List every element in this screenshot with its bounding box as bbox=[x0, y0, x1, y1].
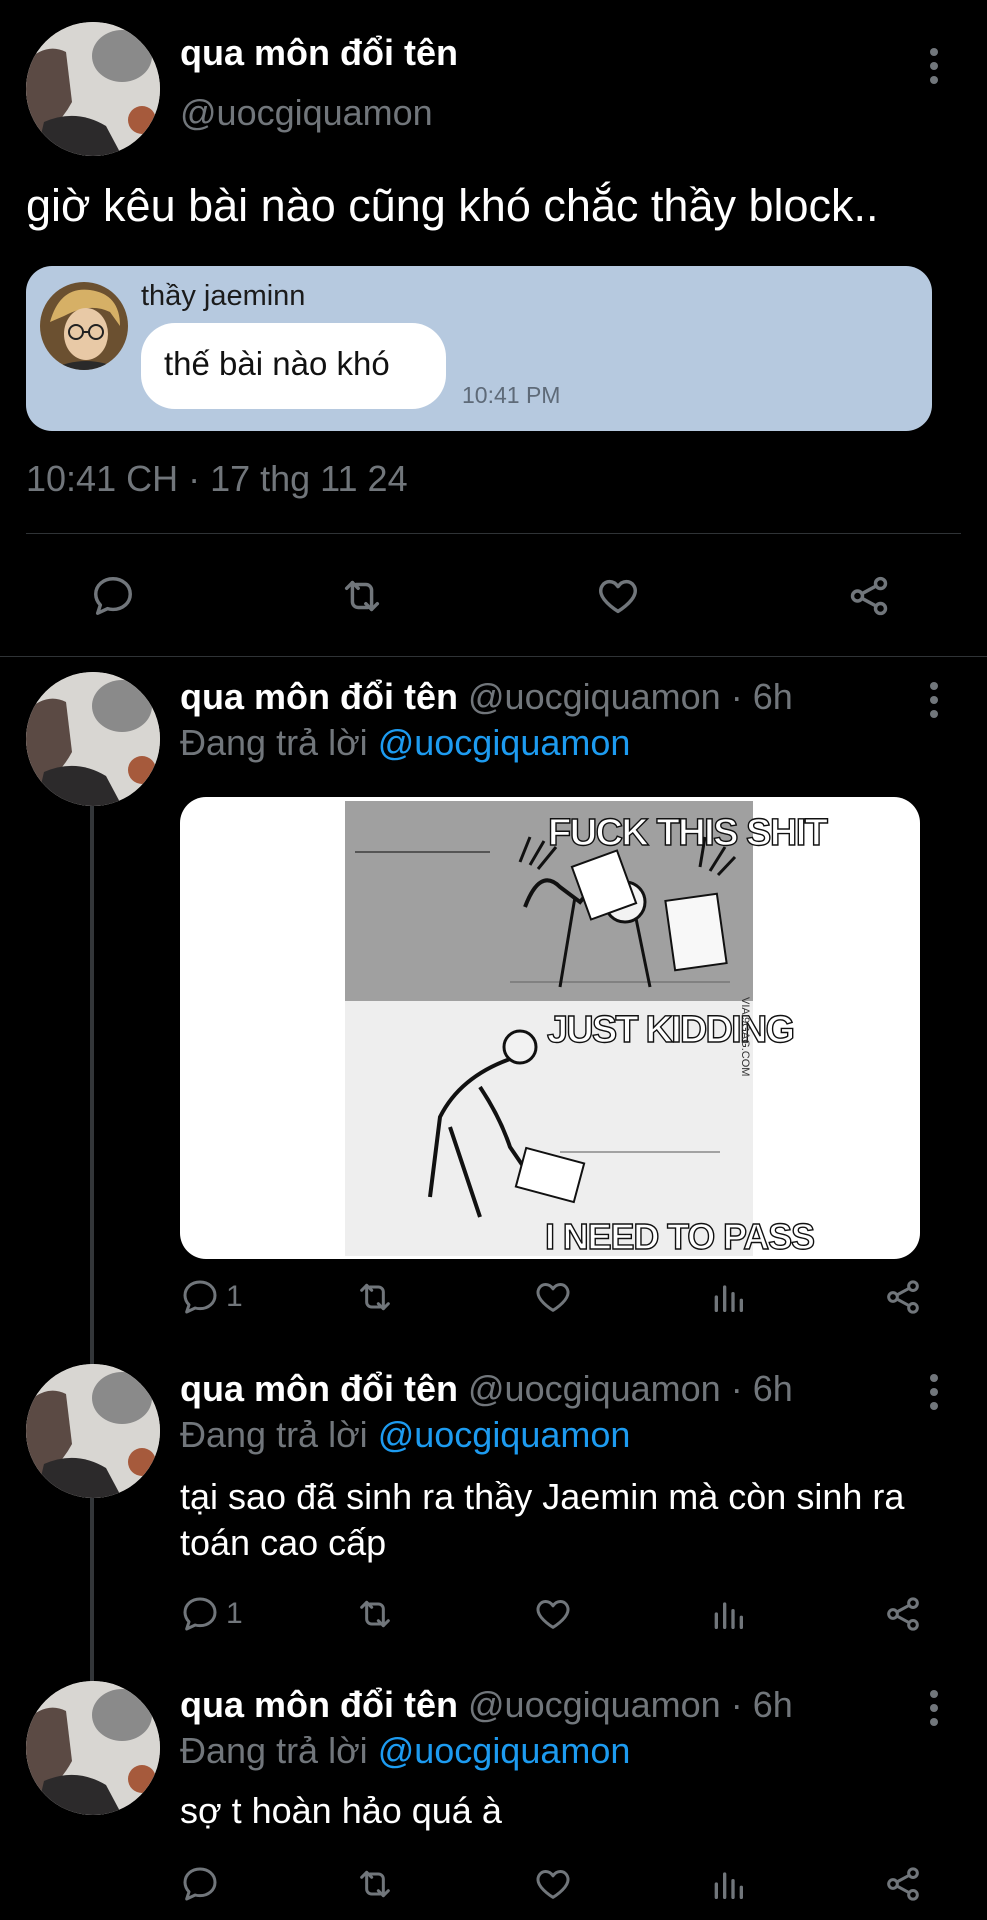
views-button[interactable] bbox=[708, 1277, 748, 1317]
reply-icon bbox=[183, 1867, 217, 1901]
views-button[interactable] bbox=[708, 1864, 748, 1904]
meme-top-text: FUCK THIS SHIT bbox=[548, 812, 828, 854]
share-icon bbox=[887, 1280, 919, 1314]
reply-icon bbox=[183, 1280, 217, 1314]
replying-to-handle[interactable]: @uocgiquamon bbox=[378, 1730, 631, 1771]
share-button[interactable] bbox=[883, 1594, 923, 1634]
chat-sender-name: thầy jaeminn bbox=[141, 280, 306, 312]
avatar-image bbox=[26, 1681, 160, 1815]
more-icon[interactable] bbox=[929, 682, 939, 724]
share-button[interactable] bbox=[883, 1277, 923, 1317]
chat-avatar-image bbox=[40, 282, 128, 370]
views-icon bbox=[714, 1285, 743, 1312]
avatar[interactable] bbox=[26, 22, 160, 156]
more-icon[interactable] bbox=[929, 1374, 939, 1416]
replying-to-handle[interactable]: @uocgiquamon bbox=[378, 722, 631, 763]
retweet-icon bbox=[360, 1600, 390, 1628]
reply-header: qua môn đổi tên @uocgiquamon · 6h bbox=[180, 676, 793, 718]
views-icon bbox=[714, 1602, 743, 1629]
reply-header: qua môn đổi tên @uocgiquamon · 6h bbox=[180, 1684, 793, 1726]
like-icon bbox=[536, 1600, 570, 1629]
avatar[interactable] bbox=[26, 672, 160, 806]
avatar[interactable] bbox=[26, 1364, 160, 1498]
share-icon bbox=[850, 576, 888, 616]
chat-time: 10:41 PM bbox=[462, 382, 561, 408]
like-button[interactable] bbox=[533, 1594, 573, 1634]
replying-prefix: Đang trả lời bbox=[180, 1730, 368, 1771]
reply-icon bbox=[94, 577, 132, 615]
reply-count: 1 bbox=[226, 1280, 243, 1313]
retweet-icon bbox=[360, 1870, 390, 1898]
replying-to-handle[interactable]: @uocgiquamon bbox=[378, 1414, 631, 1455]
divider bbox=[26, 533, 961, 534]
display-name[interactable]: qua môn đổi tên bbox=[180, 676, 458, 717]
avatar-image bbox=[26, 672, 160, 806]
retweet-button[interactable] bbox=[355, 1594, 395, 1634]
retweet-button[interactable] bbox=[355, 1277, 395, 1317]
divider bbox=[0, 656, 987, 657]
thread-line bbox=[90, 806, 94, 1366]
display-name[interactable]: qua môn đổi tên bbox=[180, 1684, 458, 1725]
meme-watermark: VIA 9GAG.COM bbox=[739, 997, 751, 1076]
reply-header: qua môn đổi tên @uocgiquamon · 6h bbox=[180, 1368, 793, 1410]
display-name[interactable]: qua môn đổi tên bbox=[180, 32, 458, 74]
meme-middle-text: JUST KIDDING bbox=[547, 1009, 795, 1051]
like-icon bbox=[599, 579, 637, 614]
replying-to: Đang trả lời @uocgiquamon bbox=[180, 1414, 630, 1456]
handle[interactable]: @uocgiquamon bbox=[468, 1684, 721, 1725]
replying-to: Đang trả lời @uocgiquamon bbox=[180, 1730, 630, 1772]
chat-message-bubble: thế bài nào khó bbox=[141, 323, 446, 409]
reply-button[interactable]: 1 bbox=[180, 1594, 243, 1634]
like-icon bbox=[536, 1283, 570, 1312]
reply-button[interactable]: 1 bbox=[180, 1277, 243, 1317]
reply-icon bbox=[183, 1597, 217, 1631]
handle[interactable]: @uocgiquamon bbox=[468, 676, 721, 717]
share-button[interactable] bbox=[846, 573, 892, 619]
avatar[interactable] bbox=[26, 1681, 160, 1815]
avatar-image bbox=[26, 1364, 160, 1498]
meme-illustration: FUCK THIS SHIT JUST KIDDING I NEED TO PA… bbox=[345, 801, 829, 1258]
replying-prefix: Đang trả lời bbox=[180, 722, 368, 763]
embedded-chat-screenshot[interactable]: thầy jaeminn thế bài nào khó 10:41 PM bbox=[26, 266, 932, 431]
chat-avatar bbox=[40, 282, 128, 370]
tweet-timestamp[interactable]: 10:41 CH · 17 thg 11 24 bbox=[26, 458, 408, 500]
more-icon[interactable] bbox=[929, 1690, 939, 1732]
like-button[interactable] bbox=[595, 573, 641, 619]
views-button[interactable] bbox=[708, 1594, 748, 1634]
share-icon bbox=[887, 1867, 919, 1901]
tweet-age[interactable]: · 6h bbox=[731, 1684, 793, 1725]
share-icon bbox=[887, 1597, 919, 1631]
like-button[interactable] bbox=[533, 1864, 573, 1904]
like-button[interactable] bbox=[533, 1277, 573, 1317]
thread-line bbox=[90, 1498, 94, 1688]
more-icon[interactable] bbox=[929, 48, 939, 90]
meme-bottom-text: I NEED TO PASS bbox=[545, 1216, 815, 1257]
tweet-age[interactable]: · 6h bbox=[731, 1368, 793, 1409]
reply-text: tại sao đã sinh ra thầy Jaemin mà còn si… bbox=[180, 1476, 905, 1563]
handle[interactable]: @uocgiquamon bbox=[468, 1368, 721, 1409]
chat-message: thế bài nào khó bbox=[164, 345, 390, 382]
share-button[interactable] bbox=[883, 1864, 923, 1904]
retweet-icon bbox=[344, 580, 380, 612]
retweet-button[interactable] bbox=[355, 1864, 395, 1904]
tweet-age[interactable]: · 6h bbox=[731, 676, 793, 717]
replying-to: Đang trả lời @uocgiquamon bbox=[180, 722, 630, 764]
retweet-icon bbox=[360, 1283, 390, 1311]
views-icon bbox=[714, 1872, 743, 1899]
display-name[interactable]: qua môn đổi tên bbox=[180, 1368, 458, 1409]
replying-prefix: Đang trả lời bbox=[180, 1414, 368, 1455]
like-icon bbox=[536, 1870, 570, 1899]
reply-count: 1 bbox=[226, 1597, 243, 1630]
reply-text: sợ t hoàn hảo quá à bbox=[180, 1790, 502, 1831]
meme-image[interactable]: FUCK THIS SHIT JUST KIDDING I NEED TO PA… bbox=[180, 797, 920, 1259]
reply-button[interactable] bbox=[90, 573, 136, 619]
tweet-text: giờ kêu bài nào cũng khó chắc thầy block… bbox=[26, 180, 879, 231]
retweet-button[interactable] bbox=[339, 573, 385, 619]
reply-button[interactable] bbox=[180, 1864, 226, 1904]
handle[interactable]: @uocgiquamon bbox=[180, 92, 433, 134]
avatar-image bbox=[26, 22, 160, 156]
